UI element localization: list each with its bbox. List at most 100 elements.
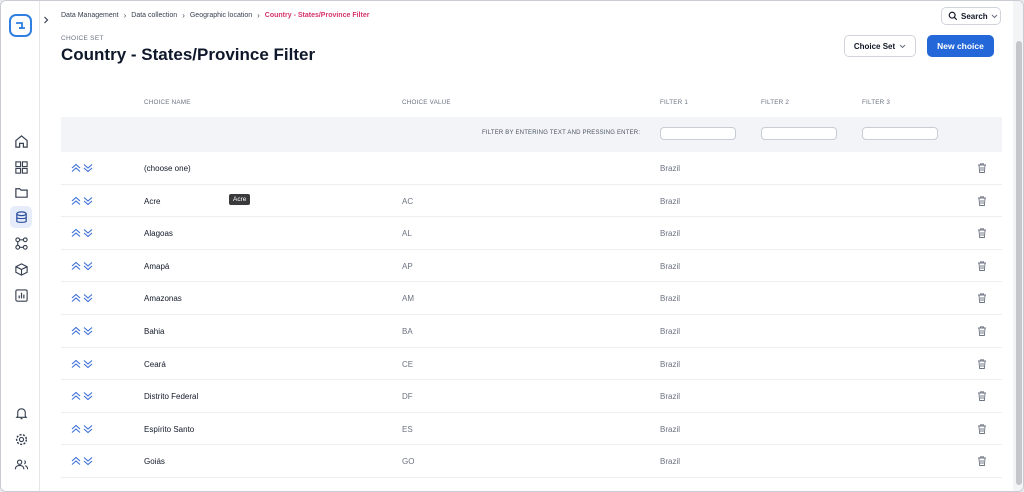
filter-3-input[interactable] — [862, 127, 938, 140]
chevron-right-icon: › — [182, 11, 185, 20]
table-header: CHOICE NAME CHOICE VALUE FILTER 1 FILTER… — [61, 89, 1002, 117]
filter-1-cell: Brazil — [660, 359, 681, 369]
breadcrumb-item-geographic-location[interactable]: Geographic location — [190, 12, 252, 19]
reorder-controls — [71, 359, 93, 369]
gear-icon[interactable] — [10, 428, 32, 450]
breadcrumb-item-data-collection[interactable]: Data collection — [131, 12, 177, 19]
filter-1-cell: Brazil — [660, 392, 681, 402]
breadcrumb: Data Management › Data collection › Geog… — [61, 11, 369, 20]
trash-icon[interactable] — [976, 423, 988, 435]
breadcrumb-item-data-management[interactable]: Data Management — [61, 12, 119, 19]
table-row: Bahia BA Brazil — [61, 315, 1002, 348]
column-header-choice-name[interactable]: CHOICE NAME — [144, 99, 191, 106]
choice-value-cell: AL — [402, 229, 412, 239]
move-down-icon[interactable] — [83, 261, 93, 271]
choice-name-cell: Espírito Santo — [144, 424, 195, 434]
cube-icon[interactable] — [10, 258, 32, 280]
filter-1-cell: Brazil — [660, 457, 681, 467]
filter-1-cell: Brazil — [660, 164, 681, 173]
filter-2-input[interactable] — [761, 127, 837, 140]
move-up-icon[interactable] — [71, 228, 81, 238]
trash-icon[interactable] — [976, 227, 988, 239]
workflow-icon[interactable] — [10, 232, 32, 254]
move-up-icon[interactable] — [71, 456, 81, 466]
logo-icon — [16, 22, 25, 29]
filter-1-cell: Brazil — [660, 424, 681, 434]
trash-icon[interactable] — [976, 390, 988, 402]
folder-icon[interactable] — [10, 181, 32, 203]
app-logo[interactable] — [9, 14, 32, 37]
scrollbar[interactable] — [1013, 1, 1023, 491]
move-up-icon[interactable] — [71, 359, 81, 369]
move-down-icon[interactable] — [83, 391, 93, 401]
tooltip: Acre — [229, 194, 251, 205]
choice-value-cell: BA — [402, 326, 413, 336]
trash-icon[interactable] — [976, 195, 988, 207]
choice-set-menu-button[interactable]: Choice Set — [844, 35, 916, 57]
page-title: Country - States/Province Filter — [61, 45, 316, 64]
trash-icon[interactable] — [976, 292, 988, 304]
search-button[interactable]: Search — [941, 7, 1001, 25]
choice-name-cell: Ceará — [144, 359, 166, 369]
filter-1-input[interactable] — [660, 127, 736, 140]
chart-icon[interactable] — [10, 284, 32, 306]
move-up-icon[interactable] — [71, 391, 81, 401]
filter-1-cell: Brazil — [660, 261, 681, 271]
move-down-icon[interactable] — [83, 228, 93, 238]
filter-1-cell: Brazil — [660, 196, 681, 206]
choice-value-cell: AM — [402, 294, 414, 304]
choice-set-label: Choice Set — [853, 41, 896, 51]
scrollbar-thumb[interactable] — [1016, 41, 1022, 485]
table-row: Distrito Federal DF Brazil — [61, 380, 1002, 413]
new-choice-button[interactable]: New choice — [927, 35, 994, 57]
move-down-icon[interactable] — [83, 359, 93, 369]
move-up-icon[interactable] — [71, 196, 81, 206]
trash-icon[interactable] — [976, 260, 988, 272]
home-icon[interactable] — [10, 130, 32, 152]
filter-hint: FILTER BY ENTERING TEXT AND PRESSING ENT… — [482, 130, 641, 136]
table-row: Amapá AP Brazil — [61, 250, 1002, 283]
column-header-filter-2[interactable]: FILTER 2 — [761, 99, 789, 106]
filter-1-cell: Brazil — [660, 229, 681, 239]
trash-icon[interactable] — [976, 358, 988, 370]
column-header-choice-value[interactable]: CHOICE VALUE — [402, 99, 451, 106]
trash-icon[interactable] — [976, 455, 988, 467]
move-down-icon[interactable] — [83, 163, 93, 173]
table-row: (choose one) Brazil — [61, 152, 1002, 185]
move-down-icon[interactable] — [83, 326, 93, 336]
chevron-down-icon — [899, 44, 906, 48]
move-up-icon[interactable] — [71, 163, 81, 173]
reorder-controls — [71, 456, 93, 466]
move-down-icon[interactable] — [83, 196, 93, 206]
choice-name-cell: Distrito Federal — [144, 392, 199, 402]
users-icon[interactable] — [10, 453, 32, 475]
choice-name-cell: Amazonas — [144, 294, 182, 304]
page-eyebrow: CHOICE SET — [61, 35, 104, 42]
move-down-icon[interactable] — [83, 424, 93, 434]
choice-name-cell: Goiás — [144, 457, 165, 467]
chevron-right-icon: › — [257, 11, 260, 20]
column-header-filter-1[interactable]: FILTER 1 — [660, 99, 688, 106]
filter-1-cell: Brazil — [660, 294, 681, 304]
move-up-icon[interactable] — [71, 261, 81, 271]
search-label: Search — [961, 11, 988, 21]
trash-icon[interactable] — [976, 162, 988, 174]
bell-icon[interactable] — [10, 402, 32, 424]
table-row: Acre AC Brazil — [61, 185, 1002, 218]
move-up-icon[interactable] — [71, 326, 81, 336]
move-up-icon[interactable] — [71, 293, 81, 303]
move-down-icon[interactable] — [83, 456, 93, 466]
column-header-filter-3[interactable]: FILTER 3 — [862, 99, 890, 106]
move-down-icon[interactable] — [83, 293, 93, 303]
database-icon[interactable] — [10, 206, 32, 228]
move-up-icon[interactable] — [71, 424, 81, 434]
choice-value-cell: DF — [402, 392, 413, 402]
trash-icon[interactable] — [976, 325, 988, 337]
search-icon — [948, 11, 958, 21]
choice-name-cell: Alagoas — [144, 229, 173, 239]
reorder-controls — [71, 163, 93, 173]
filter-1-cell: Brazil — [660, 326, 681, 336]
choice-value-cell: GO — [402, 457, 415, 467]
grid-icon[interactable] — [10, 156, 32, 178]
choice-name-cell: Acre — [144, 196, 161, 206]
